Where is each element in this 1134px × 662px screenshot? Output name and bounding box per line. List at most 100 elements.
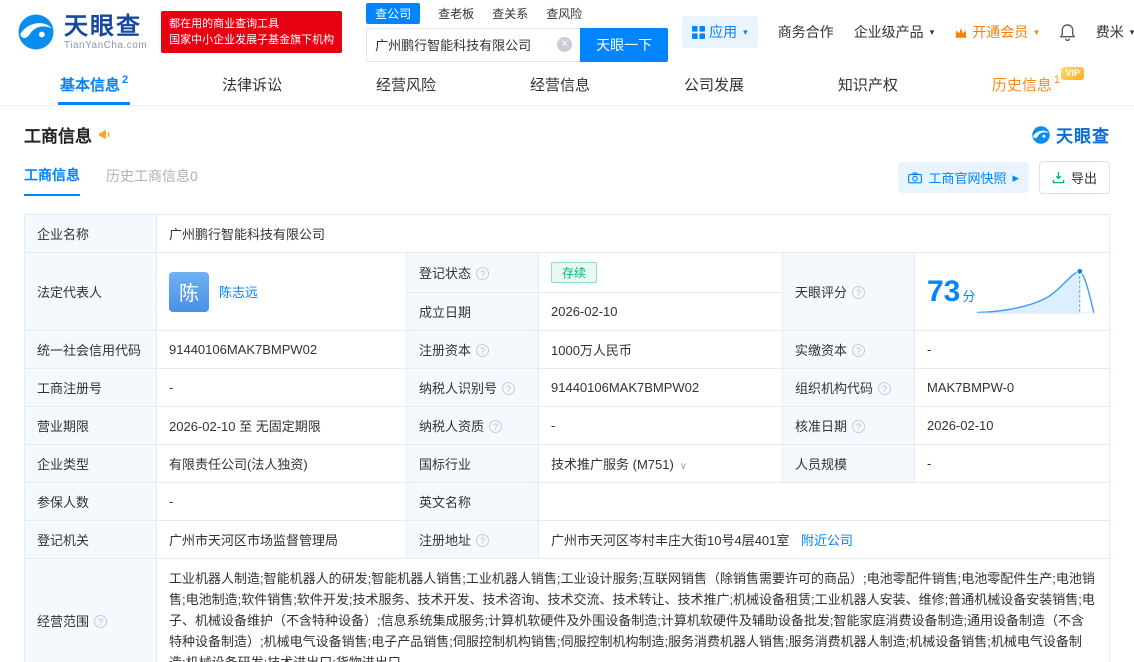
enterprise-products-menu[interactable]: 企业级产品 ▾ xyxy=(854,22,935,42)
subtab-row: 工商信息 历史工商信息0 工商官网快照 ▸ 导出 xyxy=(24,161,1110,200)
help-icon[interactable]: ? xyxy=(489,420,503,433)
field-label: 核准日期? xyxy=(782,406,915,445)
approval-date-value: 2026-02-10 xyxy=(914,406,1110,445)
help-icon[interactable]: ? xyxy=(878,382,892,395)
grid-icon xyxy=(692,25,706,39)
clear-icon[interactable]: × xyxy=(557,37,573,52)
tianyan-score[interactable]: 73 分 xyxy=(927,263,1097,321)
slogan-line2: 国家中小企业发展子基金旗下机构 xyxy=(169,34,335,46)
company-type-value: 有限责任公司(法人独资) xyxy=(156,444,407,483)
official-snapshot-button[interactable]: 工商官网快照 ▸ xyxy=(898,162,1029,193)
tab-legal-litigation[interactable]: 法律诉讼 xyxy=(220,64,284,105)
search-button[interactable]: 天眼一下 xyxy=(580,27,669,62)
table-row: 企业类型 有限责任公司(法人独资) 国标行业 技术推广服务 (M751) ∨ 人员… xyxy=(24,444,1110,483)
field-label: 成立日期 xyxy=(406,292,539,331)
field-label: 登记状态? xyxy=(406,252,539,293)
vip-upgrade-link[interactable]: 开通会员 ▾ xyxy=(954,22,1039,42)
table-row: 经营范围? 工业机器人制造;智能机器人的研发;智能机器人销售;工业机器人销售;工… xyxy=(24,558,1110,662)
export-button[interactable]: 导出 xyxy=(1038,161,1110,194)
table-row: 营业期限 2026-02-10 至 无固定期限 纳税人资质? - 核准日期? 2… xyxy=(24,406,1110,445)
paid-capital-value: - xyxy=(914,330,1110,369)
help-icon[interactable]: ? xyxy=(852,286,866,299)
legal-rep-cell: 陈 陈志远 xyxy=(156,252,407,331)
help-icon[interactable]: ? xyxy=(502,382,516,395)
taxpayer-id-value: 91440106MAK7BMPW02 xyxy=(538,368,783,407)
tab-operation-info[interactable]: 经营信息 xyxy=(528,64,592,105)
chevron-down-icon: ▾ xyxy=(1034,26,1039,37)
table-row: 统一社会信用代码 91440106MAK7BMPW02 注册资本? 1000万人… xyxy=(24,330,1110,369)
avatar[interactable]: 陈 xyxy=(169,271,209,312)
megaphone-icon xyxy=(98,129,110,140)
field-label: 国标行业 xyxy=(406,444,539,483)
reg-address-cell: 广州市天河区岑村丰庄大街10号4层401室 附近公司 xyxy=(538,520,1110,559)
score-cell: 73 分 xyxy=(914,252,1110,331)
company-name-value: 广州鹏行智能科技有限公司 xyxy=(156,214,1110,253)
subtab-history-business-info[interactable]: 历史工商信息0 xyxy=(106,166,198,195)
bell-icon xyxy=(1059,24,1076,41)
field-label: 实缴资本? xyxy=(782,330,915,369)
chevron-down-icon: ▾ xyxy=(743,26,748,37)
tab-operation-risk[interactable]: 经营风险 xyxy=(374,64,438,105)
reg-authority-value: 广州市天河区市场监督管理局 xyxy=(156,520,407,559)
business-coop-link[interactable]: 商务合作 xyxy=(778,22,834,42)
notification-bell[interactable] xyxy=(1059,23,1076,41)
field-label: 经营范围? xyxy=(24,558,157,662)
help-icon[interactable]: ? xyxy=(476,534,490,547)
subtab-business-info[interactable]: 工商信息 xyxy=(24,165,80,196)
search-area: 查公司 查老板 查关系 查风险 × 天眼一下 xyxy=(366,2,669,62)
crown-icon xyxy=(955,27,967,38)
business-term-value: 2026-02-10 至 无固定期限 xyxy=(156,406,407,445)
help-icon[interactable]: ? xyxy=(94,615,108,628)
score-value: 73 xyxy=(927,274,961,308)
help-icon[interactable]: ? xyxy=(852,420,866,433)
table-row: 工商注册号 - 纳税人识别号? 91440106MAK7BMPW02 组织机构代… xyxy=(24,368,1110,407)
watermark-text: 天眼查 xyxy=(1056,127,1110,146)
field-label: 注册地址? xyxy=(406,520,539,559)
status-badge: 存续 xyxy=(551,262,598,283)
help-icon[interactable]: ? xyxy=(476,267,490,280)
chevron-down-icon[interactable]: ∨ xyxy=(680,461,687,472)
tianyancha-watermark: 天眼查 xyxy=(1031,122,1110,147)
tab-basic-info[interactable]: 基本信息 2 xyxy=(58,64,130,105)
establish-date-value: 2026-02-10 xyxy=(538,292,783,331)
tab-intellectual-property[interactable]: 知识产权 xyxy=(836,64,900,105)
score-chart xyxy=(977,267,1096,314)
insured-count-value: - xyxy=(156,482,407,521)
field-label: 组织机构代码? xyxy=(782,368,915,407)
tab-history-info[interactable]: 历史信息 1 VIP xyxy=(990,64,1084,105)
business-info-table: 企业名称 广州鹏行智能科技有限公司 法定代表人 陈 陈志远 登记状态? 存续 天… xyxy=(24,214,1110,662)
camera-icon xyxy=(908,171,923,183)
main-content: 工商信息 天眼查 工商信息 历史工商信息0 工商官网快照 ▸ 导出 企业名称 广… xyxy=(0,106,1134,662)
table-row: 企业名称 广州鹏行智能科技有限公司 xyxy=(24,214,1110,253)
field-label: 注册资本? xyxy=(406,330,539,369)
search-tab-boss[interactable]: 查老板 xyxy=(438,3,474,24)
credit-code-value: 91440106MAK7BMPW02 xyxy=(156,330,407,369)
arrow-right-icon: ▸ xyxy=(1012,169,1019,185)
english-name-value xyxy=(538,482,1110,521)
user-menu[interactable]: 费米 ▾ xyxy=(1096,22,1134,42)
field-label: 法定代表人 xyxy=(24,252,157,331)
tianyancha-logo[interactable]: 天眼查 TianYanCha.com xyxy=(16,12,147,52)
tianyancha-logo-icon xyxy=(1032,125,1050,144)
slogan-line1: 都在用的商业查询工具 xyxy=(169,18,280,30)
search-tab-relation[interactable]: 查关系 xyxy=(492,3,528,24)
section-title: 工商信息 xyxy=(24,127,92,146)
apps-menu[interactable]: 应用 ▾ xyxy=(682,16,758,48)
tab-company-development[interactable]: 公司发展 xyxy=(682,64,746,105)
field-label: 天眼评分? xyxy=(782,252,915,331)
help-icon[interactable]: ? xyxy=(476,344,490,357)
slogan-badge: 都在用的商业查询工具 国家中小企业发展子基金旗下机构 xyxy=(161,11,343,53)
search-tab-company[interactable]: 查公司 xyxy=(366,2,421,24)
header-menu: 应用 ▾ 商务合作 企业级产品 ▾ 开通会员 ▾ 费米 ▾ xyxy=(682,16,1134,48)
help-icon[interactable]: ? xyxy=(852,344,866,357)
tianyancha-logo-icon xyxy=(18,14,54,50)
search-tab-risk[interactable]: 查风险 xyxy=(546,3,582,24)
industry-cell: 技术推广服务 (M751) ∨ xyxy=(538,444,783,483)
table-row: 法定代表人 陈 陈志远 登记状态? 存续 天眼评分? 73 分 xyxy=(24,252,1110,331)
legal-rep-link[interactable]: 陈志远 xyxy=(219,282,258,301)
reg-capital-value: 1000万人民币 xyxy=(538,330,783,369)
search-input[interactable] xyxy=(375,37,552,52)
nearby-companies-link[interactable]: 附近公司 xyxy=(801,533,853,548)
field-label: 营业期限 xyxy=(24,406,157,445)
field-label: 工商注册号 xyxy=(24,368,157,407)
